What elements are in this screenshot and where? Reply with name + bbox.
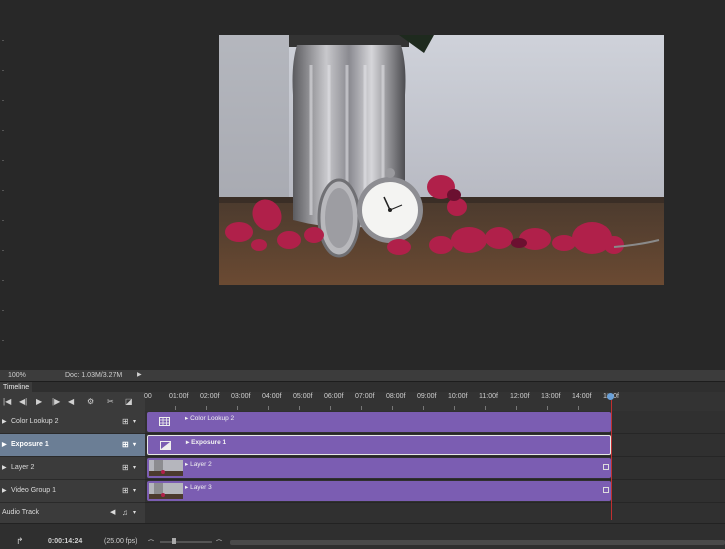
playhead-handle-icon[interactable] <box>607 393 614 400</box>
ruler-label: 04:00f <box>262 393 282 400</box>
chevron-down-icon[interactable]: ▾ <box>133 411 136 433</box>
chevron-down-icon[interactable]: ▾ <box>133 503 136 523</box>
ruler-label: 09:00f <box>417 393 437 400</box>
ruler-label: 01:00f <box>169 393 189 400</box>
track-name: Layer 2 <box>11 464 35 471</box>
zoom-slider[interactable] <box>160 541 212 543</box>
canvas-area <box>0 0 725 370</box>
clip-label: ▸ Exposure 1 <box>186 439 227 446</box>
clip-end-arrow-icon[interactable] <box>603 487 609 493</box>
ruler-label: 12:00f <box>510 393 530 400</box>
frame-rate: (25.00 fps) <box>104 538 138 545</box>
timeline-lanes: ▸ Color Lookup 2 ▸ Exposure 1 ▸ Layer 2 <box>145 411 725 523</box>
mute-icon[interactable]: ◀ <box>110 503 115 523</box>
doc-size: Doc: 1.03M/3.27M <box>65 372 123 379</box>
clip-layer-3[interactable]: ▸ Layer 3 <box>147 481 611 501</box>
play-icon[interactable]: ▶ <box>36 395 42 408</box>
settings-icon[interactable]: ⚙ <box>87 395 94 408</box>
track-header-exposure-1[interactable]: ▶ Exposure 1 ⊞ ▾ <box>0 434 145 457</box>
expand-triangle-icon[interactable]: ▶ <box>2 480 7 502</box>
clip-exposure-1[interactable]: ▸ Exposure 1 <box>147 435 611 455</box>
ruler-label: 13:00f <box>541 393 561 400</box>
ruler-label: 07:00f <box>355 393 375 400</box>
ruler-label: 08:00f <box>386 393 406 400</box>
film-icon[interactable]: ⊞ <box>122 457 129 479</box>
expand-triangle-icon[interactable]: ▶ <box>2 434 7 456</box>
ruler-label: 00 <box>144 393 152 400</box>
expand-triangle-icon[interactable]: ▶ <box>2 411 7 433</box>
expand-triangle-icon[interactable]: ▶ <box>2 457 7 479</box>
clip-label: ▸ Layer 3 <box>185 484 212 491</box>
first-frame-icon[interactable]: |◀ <box>3 395 11 408</box>
track-name: Audio Track <box>2 509 39 516</box>
horizontal-scrollbar[interactable] <box>230 540 725 545</box>
chevron-down-icon[interactable]: ▾ <box>133 457 136 479</box>
ruler-label: 14:00f <box>572 393 592 400</box>
transport-controls: |◀ ◀| ▶ |▶ ◀ ⚙ ✂ ◪ <box>0 392 145 411</box>
film-icon[interactable]: ⊞ <box>122 411 129 433</box>
track-header-audio[interactable]: Audio Track ◀ ♫ ▾ <box>0 503 145 523</box>
track-name: Color Lookup 2 <box>11 418 59 425</box>
music-note-icon[interactable]: ♫ <box>122 503 128 523</box>
track-header-layer-2[interactable]: ▶ Layer 2 ⊞ ▾ <box>0 457 145 480</box>
vertical-ruler <box>0 0 6 370</box>
film-icon[interactable]: ⊞ <box>122 434 129 456</box>
zoom-in-icon[interactable]: ⌒ <box>216 538 222 547</box>
status-bar: 100% Doc: 1.03M/3.27M ▶ <box>0 370 725 381</box>
clip-end-arrow-icon[interactable] <box>603 464 609 470</box>
track-name: Exposure 1 <box>11 441 49 448</box>
prev-frame-icon[interactable]: ◀| <box>19 395 27 408</box>
zoom-out-icon[interactable]: ⌒ <box>148 538 154 547</box>
clip-thumbnail <box>149 460 183 476</box>
track-name: Video Group 1 <box>11 487 57 494</box>
track-header-video-group-1[interactable]: ▶ Video Group 1 ⊞ ▾ <box>0 480 145 503</box>
time-ruler[interactable]: 00 01:00f 02:00f 03:00f 04:00f 05:00f 06… <box>144 392 725 411</box>
track-header-color-lookup-2[interactable]: ▶ Color Lookup 2 ⊞ ▾ <box>0 411 145 434</box>
ruler-label: 06:00f <box>324 393 344 400</box>
zoom-level[interactable]: 100% <box>8 370 26 381</box>
clip-thumbnail <box>149 483 183 499</box>
next-frame-icon[interactable]: |▶ <box>52 395 60 408</box>
clip-layer-2[interactable]: ▸ Layer 2 <box>147 458 611 478</box>
film-icon[interactable]: ⊞ <box>122 480 129 502</box>
clip-label: ▸ Layer 2 <box>185 461 212 468</box>
clip-color-lookup-2[interactable]: ▸ Color Lookup 2 <box>147 412 611 432</box>
timeline-footer: ↱ 0:00:14:24 (25.00 fps) ⌒ ⌒ <box>0 523 725 549</box>
track-list: ▶ Color Lookup 2 ⊞ ▾ ▶ Exposure 1 ⊞ ▾ ▶ … <box>0 411 145 523</box>
ruler-label: 10:00f <box>448 393 468 400</box>
ruler-label: 11:00f <box>479 393 498 400</box>
grid-adjustment-icon <box>159 417 170 426</box>
ruler-label: 03:00f <box>231 393 251 400</box>
zoom-slider-thumb[interactable] <box>172 538 176 544</box>
last-frame-icon[interactable]: ◀ <box>68 395 74 408</box>
split-icon[interactable]: ✂ <box>107 395 114 408</box>
chevron-down-icon[interactable]: ▾ <box>133 434 136 456</box>
exposure-adjustment-icon <box>160 441 171 450</box>
status-menu-arrow-icon[interactable]: ▶ <box>137 370 142 381</box>
render-video-icon[interactable]: ↱ <box>16 536 24 547</box>
chevron-down-icon[interactable]: ▾ <box>133 480 136 502</box>
current-timecode: 0:00:14:24 <box>48 538 83 545</box>
ruler-label: 02:00f <box>200 393 220 400</box>
transition-icon[interactable]: ◪ <box>125 395 133 408</box>
playhead-line[interactable] <box>611 400 612 520</box>
document-image <box>219 35 664 285</box>
ruler-label: 05:00f <box>293 393 313 400</box>
clip-label: ▸ Color Lookup 2 <box>185 415 235 422</box>
